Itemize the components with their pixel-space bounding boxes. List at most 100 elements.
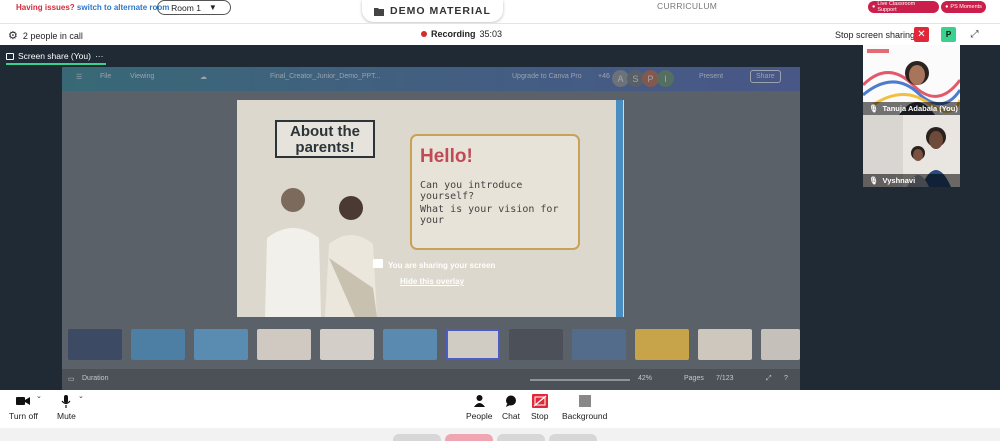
participant-tile-you[interactable]: 🎙 Tanuja Adabala (You) [863, 45, 960, 115]
canva-bottom-bar: ▭ Duration 42% Pages 7/123 ⤢ ? [62, 369, 800, 390]
participant-tiles: 🎙 Tanuja Adabala (You) 🎙 Vyshnavi [862, 45, 1000, 390]
mic-options-icon[interactable]: ⌄ [78, 392, 84, 400]
canva-upgrade: Upgrade to Canva Pro [512, 73, 582, 80]
participant-name: Vyshnavi [882, 176, 916, 185]
canva-avatar: I [657, 70, 674, 87]
canva-viewing: Viewing [130, 73, 155, 80]
slide-thumbnail [698, 329, 752, 360]
duration-icon: ▭ [68, 376, 75, 383]
background-button[interactable]: Background [562, 394, 607, 421]
hello-bubble: Hello! Can you introduce yourself? What … [410, 134, 580, 250]
chat-icon [505, 394, 517, 408]
camera-options-icon[interactable]: ⌄ [36, 392, 42, 400]
parents-photo [265, 188, 377, 317]
participant-avatar[interactable]: P [941, 27, 956, 42]
slide-thumbnail-current [446, 329, 500, 360]
slide-thumbnails [68, 329, 800, 363]
hide-overlay-link[interactable]: Hide this overlay [400, 277, 464, 286]
more-options-icon[interactable]: ··· [95, 51, 104, 61]
canva-file: File [100, 73, 112, 80]
people-button[interactable]: People [466, 394, 492, 421]
folder-icon [374, 7, 385, 16]
chat-button[interactable]: Chat [502, 394, 520, 421]
slide-thumbnail [257, 329, 311, 360]
chat-label: Chat [502, 411, 520, 421]
people-count[interactable]: ⚙ 2 people in call [8, 29, 83, 42]
footer-tab[interactable] [497, 434, 545, 441]
ps-moments-label: PS Moments [950, 4, 982, 10]
stop-share-button[interactable]: Stop [531, 394, 549, 421]
canva-page-count: 7/123 [716, 375, 734, 382]
canva-toolbar: ☰ File Viewing ☁ Final_Creator_Junior_De… [62, 67, 800, 91]
background-icon [578, 394, 591, 408]
curriculum-tab[interactable]: CURRICULUM [657, 1, 717, 11]
menu-icon: ☰ [76, 74, 83, 81]
slide-thumbnail [194, 329, 248, 360]
sharing-overlay-text: You are sharing your screen [388, 261, 496, 270]
participant-name: Tanuja Adabala (You) [882, 104, 958, 113]
canva-doc-title: Final_Creator_Junior_Demo_PPT... [270, 73, 381, 80]
room-select-value: Room 1 [171, 2, 201, 13]
canva-pages: Pages [684, 375, 704, 382]
background-label: Background [562, 411, 608, 421]
call-controls: Turn off ⌄ Mute ⌄ People Chat Stop Backg… [0, 390, 1000, 428]
support-icon: ● [872, 4, 876, 10]
monitor-icon [6, 52, 14, 60]
camera-label: Turn off [9, 411, 38, 421]
moments-icon: ● [945, 4, 949, 10]
demo-material-label: DEMO MATERIAL [390, 5, 491, 17]
person-icon [473, 394, 485, 408]
demo-material-tab[interactable]: DEMO MATERIAL [362, 0, 503, 22]
people-label: People [466, 411, 493, 421]
stop-sharing-label: Stop screen sharing [835, 30, 916, 40]
shared-screen: ☰ File Viewing ☁ Final_Creator_Junior_De… [62, 67, 800, 390]
canva-avatar-count: +46 [598, 73, 610, 80]
participant-tile-vyshnavi[interactable]: 🎙 Vyshnavi [863, 115, 960, 187]
slide-about-heading: About the parents! [275, 120, 375, 158]
slide-about-line1: About the [290, 123, 360, 140]
slide-thumbnail [572, 329, 626, 360]
recording-time: 35:03 [479, 29, 503, 39]
slide-thumbnail [635, 329, 689, 360]
screen-share-label: Screen share (You) [18, 51, 91, 61]
ps-moments-button[interactable]: ● PS Moments [941, 1, 986, 13]
mic-icon: 🎙 [869, 176, 879, 185]
footer-tab[interactable] [393, 434, 441, 441]
slide-thumbnail [131, 329, 185, 360]
slide-thumbnail [68, 329, 122, 360]
screen-share-tab[interactable]: Screen share (You) ··· [6, 51, 106, 65]
mic-label: Mute [57, 411, 76, 421]
active-tab-underline [6, 63, 106, 65]
zoom-slider-icon [530, 379, 630, 381]
participant-name-bar: 🎙 Vyshnavi [863, 174, 960, 187]
room-select[interactable]: Room 1 ▼ [157, 0, 231, 15]
recording-status: Recording 35:03 [421, 29, 502, 39]
video-camera-icon [16, 394, 31, 408]
share-screen-icon [373, 259, 383, 268]
participant-name-bar: 🎙 Tanuja Adabala (You) [863, 102, 960, 115]
footer-tab[interactable] [549, 434, 597, 441]
footer-tab[interactable] [445, 434, 493, 441]
top-bar: Having issues? switch to alternate room … [0, 0, 1000, 22]
gear-icon[interactable]: ⚙ [8, 29, 18, 42]
video-stage: Screen share (You) ··· ☰ File Viewing ☁ … [0, 45, 1000, 390]
slide-question-1: Can you introduce yourself? [420, 180, 523, 202]
alternate-room-link[interactable]: switch to alternate room [77, 3, 169, 12]
camera-button[interactable]: Turn off [9, 394, 38, 421]
stop-label: Stop [531, 411, 549, 421]
issues-notice: Having issues? switch to alternate room [16, 3, 169, 12]
page-footer [0, 428, 1000, 441]
stop-share-icon [531, 394, 548, 408]
canva-duration: Duration [82, 375, 109, 382]
fullscreen-button[interactable]: ⤢ [967, 27, 982, 42]
slide-hello: Hello! [420, 146, 473, 167]
live-support-button[interactable]: ● Live Classroom Support [868, 1, 939, 13]
mic-button[interactable]: Mute [57, 394, 76, 421]
live-support-label: Live Classroom Support [877, 1, 916, 13]
stop-sharing-button[interactable]: ✕ [914, 27, 929, 42]
canva-present: Present [699, 73, 724, 80]
slide-thumbnail [761, 329, 800, 360]
close-icon: ✕ [917, 29, 926, 40]
slide-thumbnail [320, 329, 374, 360]
caret-down-icon: ▼ [208, 3, 217, 12]
